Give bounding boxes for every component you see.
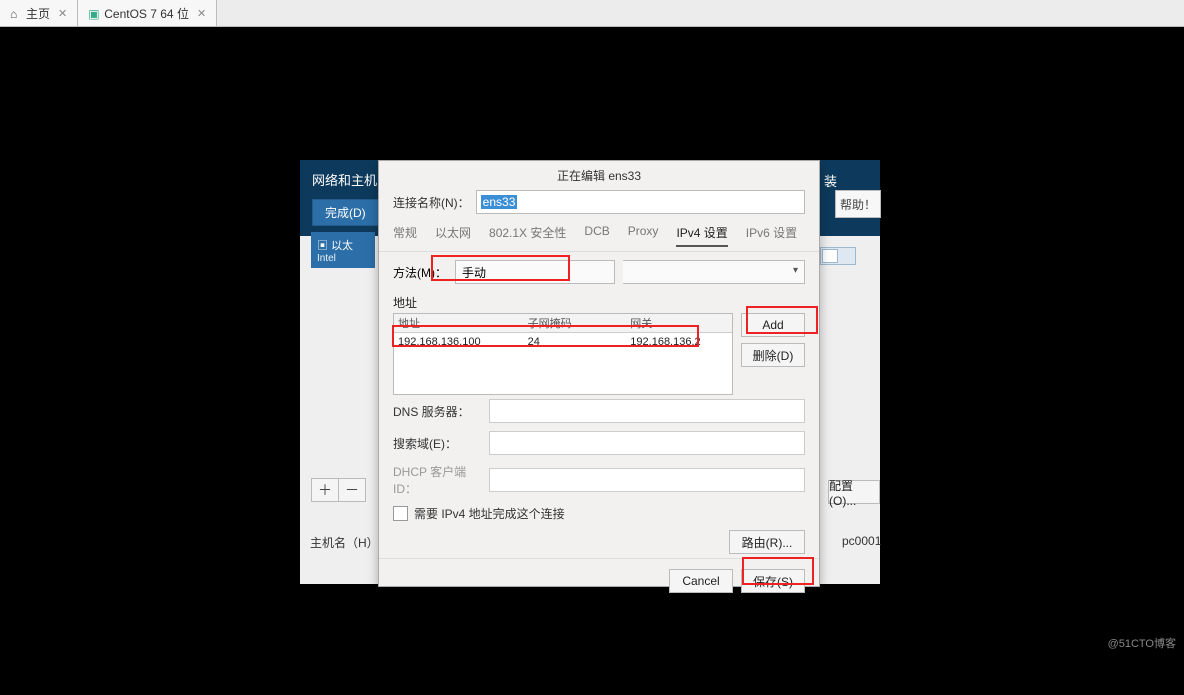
iface-plusminus: ＋ －: [311, 478, 366, 502]
cell-netmask[interactable]: 24: [524, 336, 627, 348]
delete-address-button[interactable]: 删除(D): [741, 343, 805, 367]
configure-button[interactable]: 配置(O)...: [828, 480, 880, 504]
edit-connection-dialog: 正在编辑 ens33 连接名称(N)： ens33 常规 以太网 802.1X …: [378, 160, 820, 587]
addresses-area: 地址 子网掩码 网关 192.168.136.100 24 192.168.13…: [379, 313, 819, 395]
tab-proxy[interactable]: Proxy: [628, 224, 659, 247]
tab-ethernet[interactable]: 以太网: [435, 224, 471, 247]
tab-general[interactable]: 常规: [393, 224, 417, 247]
addresses-table: 地址 子网掩码 网关 192.168.136.100 24 192.168.13…: [393, 313, 733, 395]
addresses-header: 地址 子网掩码 网关: [394, 314, 732, 333]
done-button[interactable]: 完成(D): [312, 199, 379, 226]
connection-name-row: 连接名称(N)： ens33: [379, 188, 819, 216]
require-ipv4-checkbox[interactable]: [393, 506, 408, 521]
routes-button[interactable]: 路由(R)...: [729, 530, 805, 554]
help-button[interactable]: 帮助！: [835, 190, 881, 218]
tab-ipv4[interactable]: IPv4 设置: [676, 224, 727, 247]
tab-home-label: 主页: [26, 5, 50, 22]
chevron-down-icon: ▾: [793, 265, 798, 276]
tab-dcb[interactable]: DCB: [584, 224, 609, 247]
save-button[interactable]: 保存(S): [741, 569, 805, 593]
method-combo-tail[interactable]: ▾: [623, 260, 805, 284]
text-fragment: 装: [824, 171, 837, 190]
col-address: 地址: [394, 315, 524, 331]
addresses-label: 地址: [379, 286, 819, 313]
route-row: 路由(R)...: [379, 526, 819, 558]
dialog-footer: Cancel 保存(S): [379, 558, 819, 603]
require-ipv4-row[interactable]: 需要 IPv4 地址完成这个连接: [379, 501, 819, 526]
tab-8021x[interactable]: 802.1X 安全性: [489, 224, 566, 247]
method-row: 方法(M)： 手动 ▾: [379, 252, 819, 286]
add-iface-button[interactable]: ＋: [311, 478, 339, 502]
cell-gateway[interactable]: 192.168.136.2: [626, 336, 756, 348]
method-combo[interactable]: 手动: [455, 260, 615, 284]
col-gateway: 网关: [626, 315, 756, 331]
searchdomain-label: 搜索域(E)：: [393, 435, 483, 452]
col-netmask: 子网掩码: [524, 315, 627, 331]
method-value: 手动: [462, 264, 486, 281]
interface-sublabel: Intel: [317, 253, 336, 264]
connection-name-value: ens33: [481, 195, 518, 209]
hostname-label: 主机名（H）: [310, 534, 379, 551]
interface-toggle[interactable]: [820, 247, 856, 265]
dhcpid-label: DHCP 客户端 ID：: [393, 463, 483, 497]
tab-vm[interactable]: CentOS 7 64 位 ✕: [78, 0, 217, 26]
watermark: @51CTO博客: [1108, 635, 1176, 651]
connection-name-label: 连接名称(N)：: [393, 194, 470, 211]
dialog-tabs: 常规 以太网 802.1X 安全性 DCB Proxy IPv4 设置 IPv6…: [379, 216, 819, 252]
close-icon[interactable]: ✕: [58, 7, 67, 20]
address-row[interactable]: 192.168.136.100 24 192.168.136.2: [394, 333, 732, 351]
app-tabbar: 主页 ✕ CentOS 7 64 位 ✕: [0, 0, 1184, 27]
dns-input[interactable]: [489, 399, 805, 423]
vm-icon: [88, 7, 100, 19]
dhcpid-row: DHCP 客户端 ID：: [379, 459, 819, 501]
dns-label: DNS 服务器：: [393, 403, 483, 420]
home-icon: [10, 7, 22, 19]
interface-card[interactable]: ▣ 以太 Intel: [311, 232, 375, 268]
tab-home[interactable]: 主页 ✕: [0, 0, 78, 26]
cell-address[interactable]: 192.168.136.100: [394, 336, 524, 348]
hostname-value: pc0001: [842, 534, 881, 548]
require-ipv4-label: 需要 IPv4 地址完成这个连接: [414, 505, 565, 522]
interface-label: ▣ 以太: [317, 237, 353, 253]
add-address-button[interactable]: Add: [741, 313, 805, 337]
tab-ipv6[interactable]: IPv6 设置: [746, 224, 797, 247]
cancel-button[interactable]: Cancel: [669, 569, 733, 593]
connection-name-input[interactable]: ens33: [476, 190, 805, 214]
close-icon[interactable]: ✕: [197, 7, 206, 20]
anaconda-title: 网络和主机: [312, 170, 377, 189]
dns-row: DNS 服务器：: [379, 395, 819, 427]
searchdomain-row: 搜索域(E)：: [379, 427, 819, 459]
dialog-title: 正在编辑 ens33: [379, 161, 819, 188]
remove-iface-button[interactable]: －: [339, 478, 366, 502]
tab-vm-label: CentOS 7 64 位: [104, 5, 189, 22]
addresses-side-buttons: Add 删除(D): [741, 313, 805, 395]
dhcpid-input[interactable]: [489, 468, 805, 492]
searchdomain-input[interactable]: [489, 431, 805, 455]
method-label: 方法(M)：: [393, 264, 447, 281]
